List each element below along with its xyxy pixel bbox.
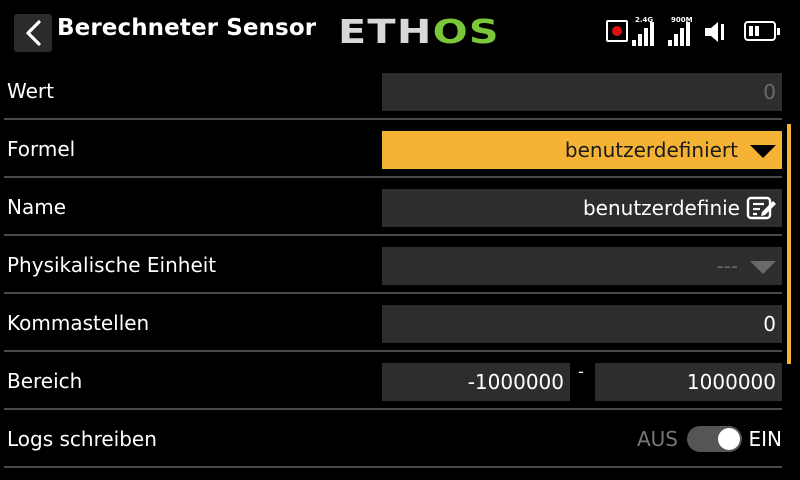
header-bar: Berechneter Sensor ETHOS 2.4G 900M xyxy=(0,0,800,62)
divider xyxy=(4,466,782,468)
logo-os: OS xyxy=(432,12,500,51)
speaker-icon xyxy=(705,22,724,42)
kommastellen-field[interactable]: 0 xyxy=(382,305,782,343)
logo-eth: ETH xyxy=(338,12,433,51)
wert-label: Wert xyxy=(7,79,54,103)
kommastellen-label: Kommastellen xyxy=(7,311,150,335)
bereich-separator: - xyxy=(578,362,584,381)
formel-dropdown[interactable]: benutzerdefiniert xyxy=(382,131,782,169)
row-einheit: Physikalische Einheit --- xyxy=(0,236,782,294)
page-title: Berechneter Sensor xyxy=(57,15,317,41)
back-button[interactable] xyxy=(14,14,52,52)
formel-label: Formel xyxy=(7,137,76,161)
einheit-value: --- xyxy=(716,254,738,278)
bereich-min-value: -1000000 xyxy=(467,370,564,394)
signal-900m-icon: 900M xyxy=(668,16,694,46)
ethos-logo: ETHOS xyxy=(338,12,500,52)
bereich-max-field[interactable]: 1000000 xyxy=(595,363,782,401)
scrollbar[interactable] xyxy=(787,124,791,364)
toggle-knob xyxy=(718,428,740,450)
record-icon xyxy=(606,20,628,42)
row-logs: Logs schreiben AUS EIN xyxy=(0,410,782,468)
einheit-dropdown: --- xyxy=(382,247,782,285)
row-wert: Wert 0 xyxy=(0,62,782,120)
name-value: benutzerdefinie xyxy=(582,196,740,220)
einheit-label: Physikalische Einheit xyxy=(7,253,217,277)
row-bereich: Bereich -1000000 - 1000000 xyxy=(0,352,782,410)
name-label: Name xyxy=(7,195,67,219)
name-field[interactable]: benutzerdefinie xyxy=(382,189,782,227)
row-name: Name benutzerdefinie xyxy=(0,178,782,236)
formel-value: benutzerdefiniert xyxy=(564,138,738,162)
row-formel: Formel benutzerdefiniert xyxy=(0,120,782,178)
edit-icon[interactable] xyxy=(746,195,778,221)
triangle-down-icon xyxy=(750,145,776,158)
signal-2-4g-icon: 2.4G xyxy=(632,16,658,46)
settings-list: Wert 0 Formel benutzerdefiniert Name ben… xyxy=(0,62,800,480)
triangle-down-icon xyxy=(750,261,776,274)
logs-toggle-group: AUS EIN xyxy=(622,426,782,452)
kommastellen-value: 0 xyxy=(763,312,776,336)
bereich-label: Bereich xyxy=(7,369,83,393)
row-kommastellen: Kommastellen 0 xyxy=(0,294,782,352)
logs-label: Logs schreiben xyxy=(7,427,157,451)
logs-toggle[interactable] xyxy=(687,426,742,452)
battery-icon xyxy=(744,21,780,41)
wert-field: 0 xyxy=(382,73,782,111)
bereich-min-field[interactable]: -1000000 xyxy=(382,363,570,401)
chevron-left-icon xyxy=(26,20,41,46)
wert-value: 0 xyxy=(763,80,776,104)
toggle-on-label: EIN xyxy=(748,427,783,451)
bereich-max-value: 1000000 xyxy=(686,370,776,394)
toggle-off-label: AUS xyxy=(636,427,678,451)
